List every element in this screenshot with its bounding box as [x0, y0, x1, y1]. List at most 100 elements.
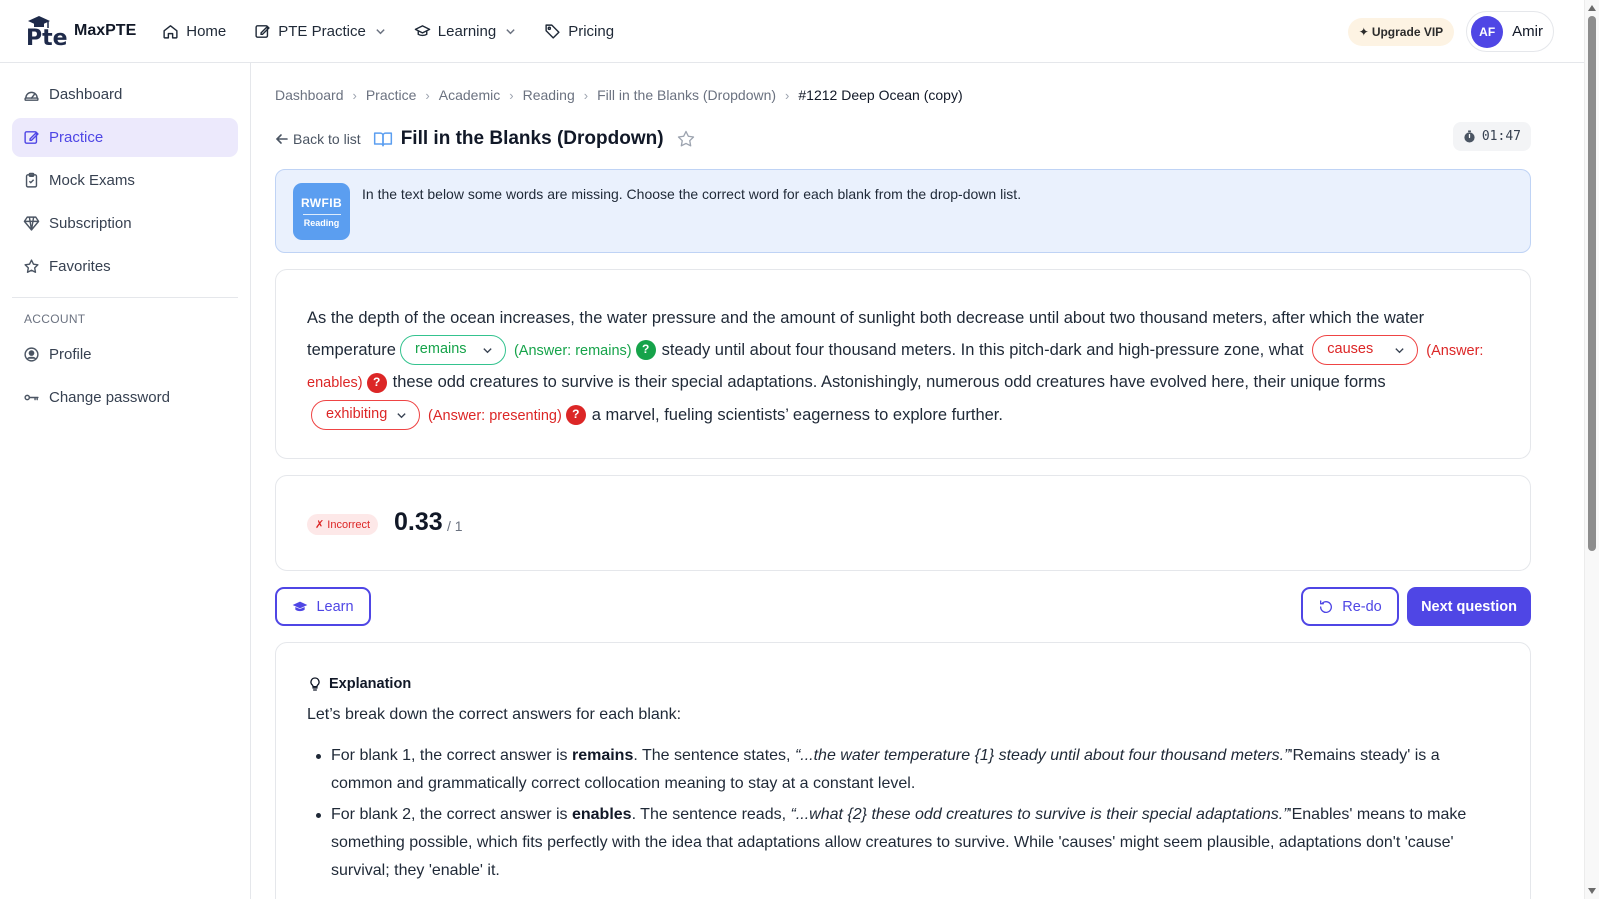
gauge-icon	[24, 91, 39, 101]
clipboard-icon	[25, 172, 38, 188]
instruction-banner: RWFIB Reading In the text below some wor…	[275, 169, 1531, 253]
chevron-down-icon	[397, 412, 406, 418]
key-icon	[24, 394, 39, 401]
graduation-cap-icon	[293, 601, 308, 611]
help-icon[interactable]: ?	[565, 405, 586, 426]
passage-segment: these odd creatures to survive is their …	[392, 373, 1386, 391]
back-to-list-link[interactable]: Back to list	[275, 131, 361, 147]
nav-pricing[interactable]: Pricing	[544, 23, 614, 40]
pte-logo-icon: Pte	[26, 16, 68, 48]
back-to-list-label: Back to list	[293, 131, 361, 147]
sidebar-item-favorites[interactable]: Favorites	[12, 247, 238, 286]
edit-icon	[24, 131, 39, 144]
status-badge: ✗ Incorrect	[307, 514, 379, 535]
home-icon	[163, 24, 178, 39]
explanation-heading: Explanation	[307, 676, 411, 692]
nav-learning[interactable]: Learning	[414, 23, 516, 40]
breadcrumb: Dashboard › Practice › Academic › Readin…	[275, 87, 963, 103]
sidebar-section-account: ACCOUNT	[24, 312, 86, 326]
blank-1-dropdown[interactable]: remains	[399, 335, 506, 366]
explanation-answer: enables	[571, 806, 632, 823]
sidebar-item-label: Dashboard	[49, 86, 123, 103]
page-title: Fill in the Blanks (Dropdown)	[400, 128, 664, 149]
sidebar-item-subscription[interactable]: Subscription	[12, 204, 238, 243]
user-menu[interactable]: AF Amir	[1466, 11, 1554, 52]
sidebar-item-label: Practice	[49, 129, 104, 146]
nav-pricing-label: Pricing	[568, 22, 615, 40]
logo-text: Pte	[26, 26, 68, 48]
brand-name: MaxPTE	[74, 22, 137, 39]
sidebar-item-dashboard[interactable]: Dashboard	[12, 75, 238, 114]
blank-selected: remains	[414, 341, 467, 358]
nav-home-label: Home	[186, 22, 227, 40]
help-icon[interactable]: ?	[635, 340, 656, 361]
scroll-thumb[interactable]	[1588, 16, 1596, 551]
star-icon	[24, 259, 39, 274]
redo-label: Re-do	[1342, 598, 1382, 615]
scroll-down-arrow-icon[interactable]	[1588, 888, 1596, 894]
page-scrollbar[interactable]	[1584, 0, 1599, 899]
arrow-left-icon	[275, 134, 288, 144]
explanation-intro: Let’s break down the correct answers for…	[307, 706, 682, 723]
explanation-item: For blank 1, the correct answer is remai…	[307, 742, 1497, 798]
breadcrumb-link[interactable]: Reading	[523, 87, 575, 103]
blank-2-dropdown[interactable]: causes	[1312, 335, 1419, 366]
passage-segment: steady until about four thousand meters.…	[661, 340, 1304, 359]
scroll-up-arrow-icon[interactable]	[1588, 5, 1596, 11]
explanation-text: For blank 2, the correct answer is	[331, 806, 572, 823]
help-icon[interactable]: ?	[366, 372, 387, 393]
sidebar-item-mock-exams[interactable]: Mock Exams	[12, 161, 238, 200]
explanation-text: . The sentence states,	[633, 747, 795, 764]
breadcrumb-link[interactable]: Academic	[439, 87, 500, 103]
learn-button[interactable]: Learn	[275, 587, 371, 626]
explanation-item: For blank 2, the correct answer is enabl…	[307, 801, 1497, 885]
timer-value: 01:47	[1481, 129, 1521, 144]
nav-home[interactable]: Home	[162, 23, 226, 40]
upgrade-vip-button[interactable]: ✦ Upgrade VIP	[1347, 17, 1455, 46]
user-name: Amir	[1512, 23, 1543, 40]
blank-3-dropdown[interactable]: exhibiting	[311, 400, 420, 431]
instruction-text: In the text below some words are missing…	[362, 186, 1022, 202]
brand[interactable]: Pte MaxPTE	[24, 14, 136, 48]
nav-pte-practice-label: PTE Practice	[278, 22, 366, 40]
sparkle-icon: ✦	[1358, 24, 1369, 39]
chevron-right-icon: ›	[509, 87, 514, 103]
explanation-list: For blank 1, the correct answer is remai…	[307, 742, 1497, 888]
blank-selected: exhibiting	[326, 406, 388, 423]
graduation-cap-icon	[414, 24, 431, 36]
sidebar-item-label: Subscription	[49, 215, 132, 232]
next-question-button[interactable]: Next question	[1407, 587, 1531, 626]
sidebar-item-label: Profile	[49, 346, 92, 363]
score-max: / 1	[447, 518, 463, 534]
breadcrumb-link[interactable]: Dashboard	[275, 87, 344, 103]
breadcrumb-link[interactable]: Fill in the Blanks (Dropdown)	[597, 87, 776, 103]
badge-divider	[302, 213, 341, 215]
sidebar-item-label: Change password	[49, 389, 170, 406]
sidebar-item-practice[interactable]: Practice	[12, 118, 238, 157]
favorite-star-icon[interactable]	[676, 129, 696, 149]
chevron-down-icon	[506, 28, 515, 34]
question-card: As the depth of the ocean increases, the…	[275, 269, 1531, 459]
sidebar-item-label: Favorites	[49, 258, 111, 275]
main-nav: Home PTE Practice Learning Pricing	[162, 23, 614, 40]
sidebar: Dashboard Practice Mock Exams Subscripti…	[0, 63, 251, 899]
top-navbar: Pte MaxPTE Home PTE Practice Learning Pr…	[0, 0, 1584, 63]
explanation-text: For blank 1, the correct answer is	[331, 747, 572, 764]
breadcrumb-link[interactable]: Practice	[366, 87, 417, 103]
tag-icon	[545, 23, 560, 39]
chevron-right-icon: ›	[352, 87, 357, 103]
diamond-icon	[23, 216, 40, 231]
timer: 01:47	[1452, 122, 1531, 151]
explanation-card: Explanation Let’s break down the correct…	[275, 642, 1531, 899]
blank-3-answer: (Answer: presenting)	[428, 407, 562, 424]
nav-pte-practice[interactable]: PTE Practice	[254, 23, 386, 40]
book-open-icon	[373, 132, 392, 147]
explanation-quote: “...what {2} these odd creatures to surv…	[790, 806, 1289, 823]
redo-button[interactable]: Re-do	[1301, 587, 1399, 626]
sidebar-item-profile[interactable]: Profile	[12, 335, 238, 374]
sidebar-item-change-password[interactable]: Change password	[12, 378, 238, 417]
chevron-down-icon	[376, 28, 385, 34]
badge-code: RWFIB	[300, 195, 343, 210]
chevron-right-icon: ›	[425, 87, 430, 103]
edit-icon	[255, 24, 271, 38]
